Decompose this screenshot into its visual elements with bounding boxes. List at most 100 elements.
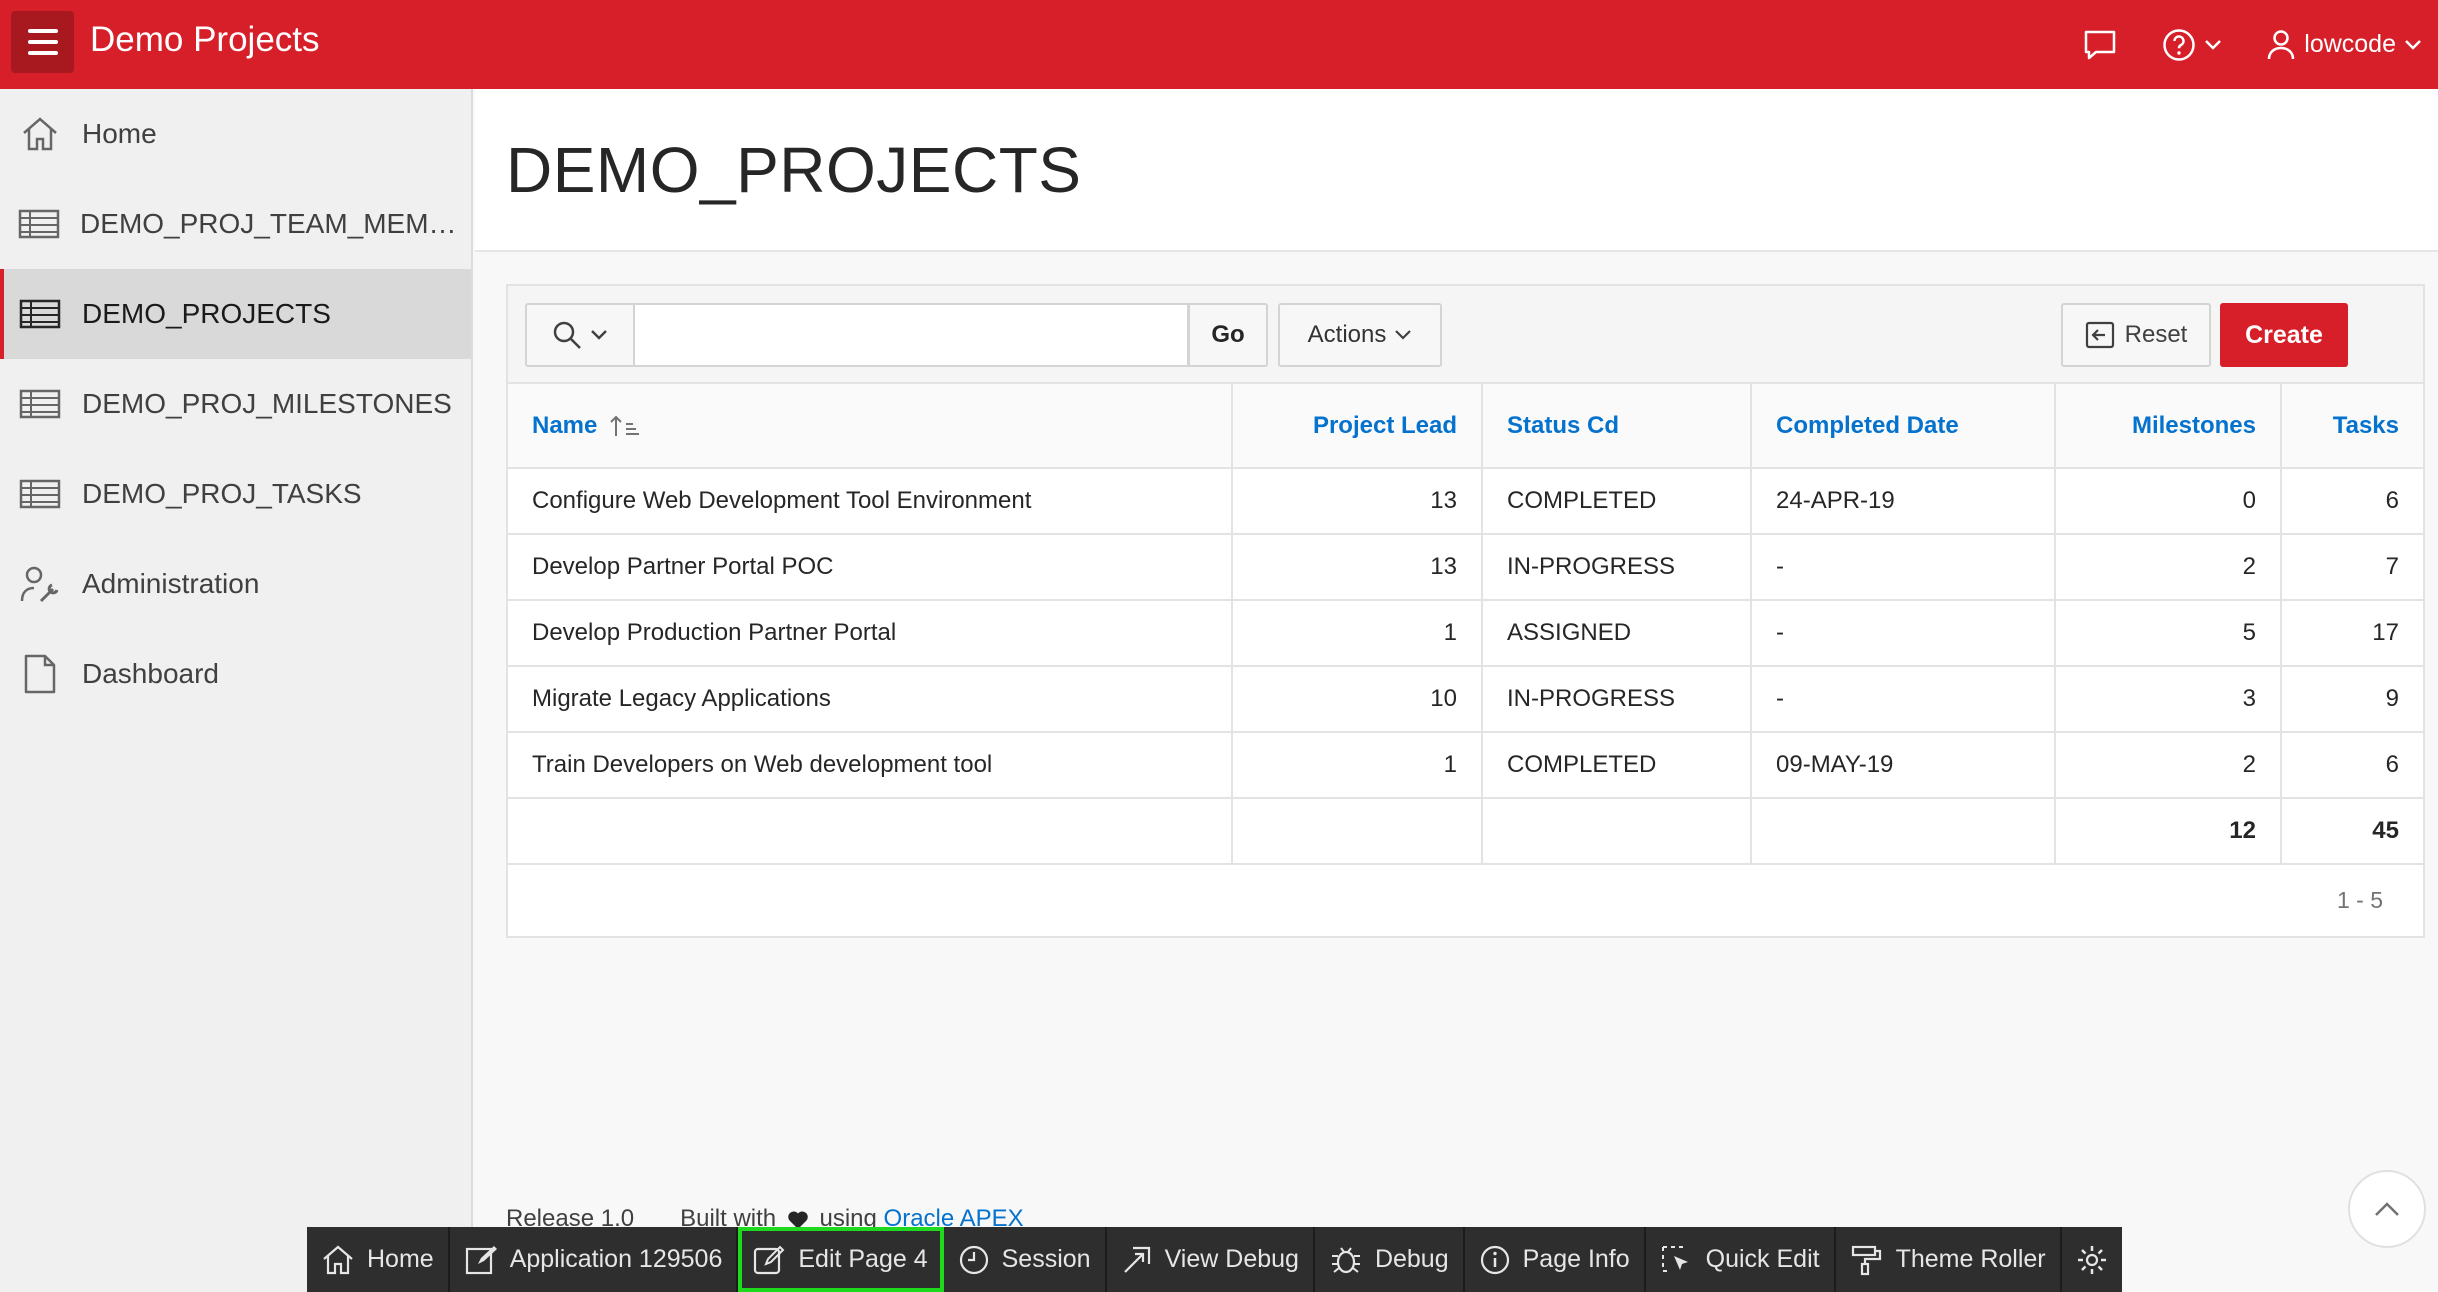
- create-button[interactable]: Create: [2220, 303, 2348, 367]
- cell-completed-date: -: [1751, 534, 2056, 601]
- menu-toggle-button[interactable]: [11, 11, 74, 73]
- file-icon: [18, 652, 62, 696]
- edit-page-icon: [754, 1245, 785, 1274]
- bug-icon: [1331, 1246, 1360, 1273]
- sidebar-item-label: DEMO_PROJ_TEAM_MEMBE...: [80, 208, 471, 239]
- cell-status: ASSIGNED: [1482, 600, 1752, 667]
- clock-icon: [959, 1245, 988, 1274]
- search-input[interactable]: [633, 303, 1189, 367]
- column-header-project-lead[interactable]: Project Lead: [1232, 384, 1483, 469]
- dev-page-info-button[interactable]: Page Info: [1465, 1227, 1646, 1292]
- sidebar-item-tasks[interactable]: DEMO_PROJ_TASKS: [0, 449, 471, 539]
- sidebar-item-projects[interactable]: DEMO_PROJECTS: [0, 269, 471, 359]
- user-icon: [2268, 29, 2295, 59]
- cell-name: Develop Production Partner Portal: [508, 600, 1233, 667]
- hamburger-icon: [27, 29, 58, 33]
- sidebar-item-home[interactable]: Home: [0, 89, 471, 179]
- sidebar-item-team-members[interactable]: DEMO_PROJ_TEAM_MEMBE...: [0, 179, 471, 269]
- user-menu-button[interactable]: lowcode: [2266, 29, 2422, 61]
- column-header-milestones[interactable]: Milestones: [2055, 384, 2282, 469]
- dev-view-debug-button[interactable]: View Debug: [1107, 1227, 1315, 1292]
- sidebar-item-administration[interactable]: Administration: [0, 539, 471, 629]
- table-row: Train Developers on Web development tool…: [508, 732, 2423, 799]
- go-button[interactable]: Go: [1188, 303, 1268, 367]
- column-header-name[interactable]: Name: [508, 384, 1233, 469]
- dev-settings-button[interactable]: [2062, 1227, 2122, 1292]
- table-icon: [18, 382, 62, 426]
- dev-theme-roller-button[interactable]: Theme Roller: [1836, 1227, 2062, 1292]
- chevron-up-icon: [2375, 1202, 2399, 1216]
- report-toolbar: Go Actions Reset Create: [508, 286, 2423, 384]
- reset-label: Reset: [2124, 321, 2188, 348]
- sidebar-nav: Home DEMO_PROJ_TEAM_MEMBE... DEMO_PROJEC…: [0, 89, 473, 1292]
- dev-debug-button[interactable]: Debug: [1315, 1227, 1465, 1292]
- chevron-down-icon: [591, 330, 607, 340]
- info-icon: [1480, 1245, 1509, 1274]
- sidebar-item-label: DEMO_PROJECTS: [82, 298, 331, 329]
- sidebar-item-label: Dashboard: [82, 658, 219, 689]
- table-row: Develop Production Partner Portal 1 ASSI…: [508, 600, 2423, 667]
- column-header-tasks[interactable]: Tasks: [2281, 384, 2423, 469]
- chat-icon: [2085, 30, 2116, 59]
- cell-project-lead: 10: [1232, 666, 1483, 733]
- reset-button[interactable]: Reset: [2061, 303, 2211, 367]
- dev-application-button[interactable]: Application 129506: [450, 1227, 739, 1292]
- app-title[interactable]: Demo Projects: [90, 20, 320, 60]
- cell-completed-date: -: [1751, 666, 2056, 733]
- sidebar-item-label: DEMO_PROJ_MILESTONES: [82, 388, 452, 419]
- cell-completed-date: 24-APR-19: [1751, 468, 2056, 535]
- sidebar-item-label: DEMO_PROJ_TASKS: [82, 478, 362, 509]
- gear-icon: [2077, 1245, 2106, 1274]
- sidebar-item-label: Home: [82, 118, 157, 149]
- cell-name: Develop Partner Portal POC: [508, 534, 1233, 601]
- cell-project-lead: 1: [1232, 600, 1483, 667]
- column-header-status[interactable]: Status Cd: [1482, 384, 1752, 469]
- cell-milestones: 2: [2055, 534, 2282, 601]
- cell-tasks: 7: [2281, 534, 2423, 601]
- dev-edit-page-button[interactable]: Edit Page 4: [738, 1227, 944, 1292]
- dev-session-button[interactable]: Session: [944, 1227, 1107, 1292]
- cell-project-lead: 13: [1232, 534, 1483, 601]
- sidebar-item-dashboard[interactable]: Dashboard: [0, 629, 471, 719]
- table-row: Configure Web Development Tool Environme…: [508, 468, 2423, 535]
- column-header-completed-date[interactable]: Completed Date: [1751, 384, 2056, 469]
- paint-roller-icon: [1851, 1245, 1881, 1275]
- cell-milestones: 5: [2055, 600, 2282, 667]
- cell-milestones: 2: [2055, 732, 2282, 799]
- cell-name: Train Developers on Web development tool: [508, 732, 1233, 799]
- dev-quick-edit-button[interactable]: Quick Edit: [1646, 1227, 1836, 1292]
- sidebar-item-milestones[interactable]: DEMO_PROJ_MILESTONES: [0, 359, 471, 449]
- table-row: Develop Partner Portal POC 13 IN-PROGRES…: [508, 534, 2423, 601]
- cell-tasks: 6: [2281, 468, 2423, 535]
- actions-menu-button[interactable]: Actions: [1278, 303, 1442, 367]
- cell-project-lead: 1: [1232, 732, 1483, 799]
- chevron-down-icon: [2405, 39, 2421, 50]
- view-debug-icon: [1123, 1246, 1150, 1273]
- table-icon: [18, 202, 60, 246]
- cell-name: Configure Web Development Tool Environme…: [508, 468, 1233, 535]
- page-header: DEMO_PROJECTS: [475, 89, 2438, 252]
- help-menu-button[interactable]: [2162, 28, 2222, 62]
- feedback-button[interactable]: [2082, 29, 2118, 61]
- sidebar-item-label: Administration: [82, 568, 260, 599]
- cell-name: Migrate Legacy Applications: [508, 666, 1233, 733]
- search-column-button[interactable]: [525, 303, 635, 367]
- total-tasks: 45: [2281, 798, 2423, 865]
- cell-milestones: 0: [2055, 468, 2282, 535]
- cell-tasks: 9: [2281, 666, 2423, 733]
- cell-tasks: 6: [2281, 732, 2423, 799]
- interactive-report: Go Actions Reset Create Name Project Lea…: [506, 284, 2425, 938]
- table-row: Migrate Legacy Applications 10 IN-PROGRE…: [508, 666, 2423, 733]
- cell-completed-date: 09-MAY-19: [1751, 732, 2056, 799]
- cell-status: IN-PROGRESS: [1482, 666, 1752, 733]
- user-wrench-icon: [18, 562, 62, 606]
- app-header: Demo Projects lowcode: [0, 0, 2438, 89]
- total-milestones: 12: [2055, 798, 2282, 865]
- scroll-to-top-button[interactable]: [2348, 1170, 2426, 1248]
- chevron-down-icon: [1395, 330, 1412, 340]
- main-content: DEMO_PROJECTS Go Actions Reset Create Na…: [475, 89, 2438, 1292]
- cell-status: COMPLETED: [1482, 732, 1752, 799]
- home-icon: [323, 1245, 353, 1274]
- reset-icon: [2085, 321, 2114, 349]
- dev-home-button[interactable]: Home: [307, 1227, 450, 1292]
